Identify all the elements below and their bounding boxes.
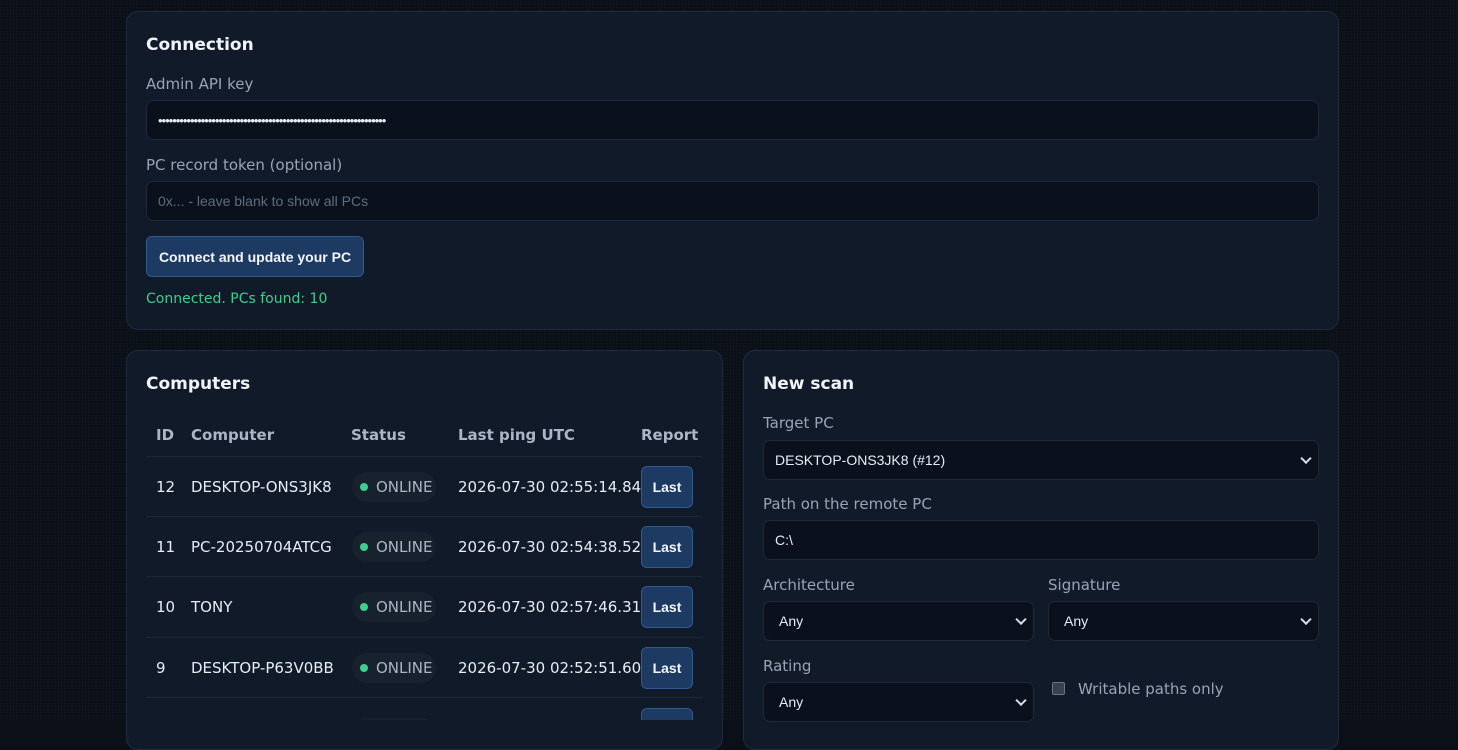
path-input[interactable]: C:\	[763, 520, 1319, 560]
row-id: 12	[156, 477, 176, 496]
table-row	[146, 697, 703, 720]
status-badge: ONLINE	[352, 471, 436, 502]
new-scan-title: New scan	[763, 374, 855, 394]
status-badge: ONLINE	[352, 531, 436, 562]
status-text: ONLINE	[376, 658, 433, 677]
target-pc-value: DESKTOP-ONS3JK8 (#12)	[775, 452, 946, 468]
chevron-down-icon	[1300, 452, 1312, 465]
row-id: 11	[156, 537, 176, 556]
token-input[interactable]: 0x... - leave blank to show all PCs	[146, 181, 1319, 221]
api-key-label: Admin API key	[146, 75, 254, 93]
status-text: ONLINE	[376, 597, 433, 616]
col-last-ping: Last ping UTC	[458, 426, 575, 444]
connection-title: Connection	[146, 35, 254, 55]
path-label: Path on the remote PC	[763, 495, 932, 513]
row-id: 9	[156, 658, 166, 677]
table-row: 9 DESKTOP-P63V0BB ONLINE 2026-07-30 02:5…	[146, 637, 703, 697]
rating-label: Rating	[763, 657, 812, 675]
col-computer: Computer	[191, 426, 275, 444]
last-report-button[interactable]	[641, 708, 693, 720]
architecture-label: Architecture	[763, 576, 855, 594]
table-row: 10 TONY ONLINE 2026-07-30 02:57:46.314 L…	[146, 576, 703, 636]
target-pc-select[interactable]: DESKTOP-ONS3JK8 (#12)	[763, 440, 1319, 480]
api-key-value: ••••••••••••••••••••••••••••••••••••••••…	[158, 112, 386, 128]
chevron-down-icon	[1015, 694, 1027, 707]
table-row: 12 DESKTOP-ONS3JK8 ONLINE 2026-07-30 02:…	[146, 456, 703, 516]
target-pc-label: Target PC	[763, 414, 834, 432]
computers-title: Computers	[146, 374, 251, 394]
token-label: PC record token (optional)	[146, 156, 343, 174]
api-key-input[interactable]: ••••••••••••••••••••••••••••••••••••••••…	[146, 100, 1319, 140]
path-value: C:\	[775, 532, 793, 548]
status-text: ONLINE	[376, 537, 433, 556]
chevron-down-icon	[1015, 613, 1027, 626]
connection-status: Connected. PCs found: 10	[146, 291, 328, 307]
architecture-select[interactable]: Any	[763, 601, 1034, 641]
online-dot-icon	[360, 542, 368, 551]
online-dot-icon	[360, 663, 368, 672]
row-last-ping: 2026-07-30 02:55:14.848	[458, 477, 651, 496]
row-computer: DESKTOP-ONS3JK8	[191, 477, 332, 496]
architecture-value: Any	[779, 613, 804, 629]
col-id: ID	[156, 426, 175, 444]
row-last-ping: 2026-07-30 02:57:46.314	[458, 597, 651, 616]
writable-paths-label: Writable paths only	[1078, 680, 1224, 698]
connect-button[interactable]: Connect and update your PC	[146, 236, 364, 277]
status-badge: ONLINE	[352, 652, 436, 683]
signature-select[interactable]: Any	[1048, 601, 1319, 641]
signature-value: Any	[1064, 613, 1089, 629]
status-badge: ONLINE	[352, 591, 436, 622]
signature-label: Signature	[1048, 576, 1121, 594]
online-dot-icon	[360, 602, 368, 611]
row-computer: TONY	[191, 597, 233, 616]
row-id: 10	[156, 597, 176, 616]
last-report-button[interactable]: Last	[641, 465, 693, 508]
rating-select[interactable]: Any	[763, 682, 1034, 722]
last-report-button[interactable]: Last	[641, 525, 693, 568]
col-report: Report	[641, 426, 699, 444]
col-status: Status	[351, 426, 406, 444]
online-dot-icon	[360, 482, 368, 491]
status-text: ONLINE	[376, 477, 433, 496]
token-placeholder: 0x... - leave blank to show all PCs	[158, 193, 369, 209]
rating-value: Any	[779, 694, 804, 710]
last-report-button[interactable]: Last	[641, 585, 693, 628]
row-computer: PC-20250704ATCG	[191, 537, 332, 556]
table-row: 11 PC-20250704ATCG ONLINE 2026-07-30 02:…	[146, 516, 703, 576]
row-last-ping: 2026-07-30 02:54:38.522	[458, 537, 651, 556]
chevron-down-icon	[1300, 613, 1312, 626]
last-report-button[interactable]: Last	[641, 646, 693, 689]
writable-paths-checkbox[interactable]	[1052, 682, 1065, 695]
row-last-ping: 2026-07-30 02:52:51.609	[458, 658, 651, 677]
row-computer: DESKTOP-P63V0BB	[191, 658, 334, 677]
